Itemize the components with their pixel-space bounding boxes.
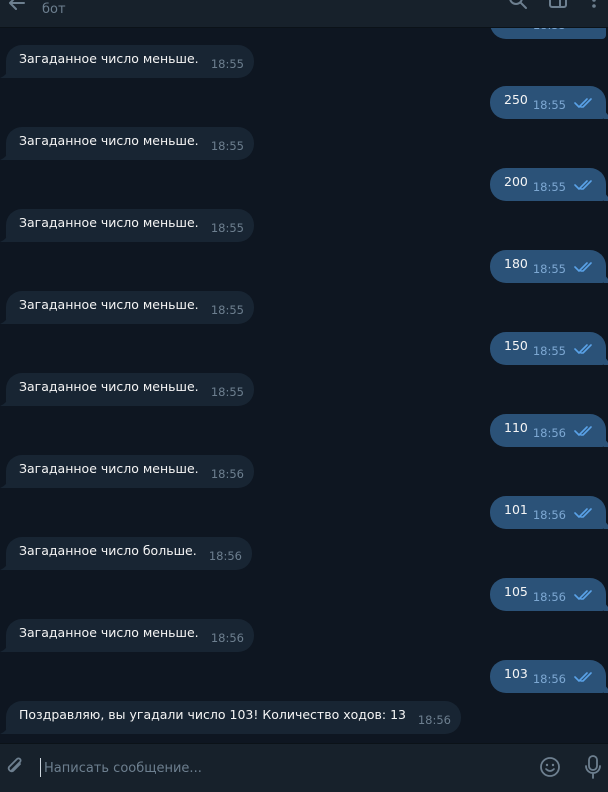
message-text: Загаданное число меньше. (19, 625, 199, 640)
message-outgoing[interactable]: 180 18:55 (490, 250, 608, 283)
read-checkmarks-icon (574, 180, 592, 190)
message-text: Загаданное число меньше. (19, 297, 199, 312)
bubble-tail (0, 314, 10, 324)
bubble-tail (0, 232, 10, 242)
message-text: 101 (504, 502, 528, 517)
message-time: 18:55 (210, 303, 244, 317)
bubble-tail (604, 601, 608, 611)
message-text: 150 (504, 338, 528, 353)
message-time: 18:56 (210, 467, 244, 481)
search-icon[interactable] (508, 0, 528, 10)
message-text: 200 (504, 174, 528, 189)
message-incoming[interactable]: Поздравляю, вы угадали число 103! Количе… (0, 701, 461, 734)
message-outgoing[interactable]: 150 18:55 (490, 332, 608, 365)
message-text: 103 (504, 666, 528, 681)
bubble-tail (0, 68, 10, 78)
message-incoming[interactable]: Загаданное число меньше. 18:55 (0, 209, 254, 242)
message-outgoing[interactable]: 103 18:56 (490, 660, 608, 693)
message-text: 180 (504, 256, 528, 271)
columns-icon[interactable] (548, 0, 568, 10)
chat-subtitle: бот (42, 2, 66, 17)
paperclip-icon[interactable] (4, 756, 26, 778)
bubble-tail (604, 519, 608, 529)
read-checkmarks-icon (574, 28, 594, 29)
read-checkmarks-icon (574, 344, 592, 354)
read-checkmarks-icon (574, 98, 592, 108)
message-incoming[interactable]: Загаданное число больше. 18:56 (0, 537, 252, 570)
message-outgoing[interactable]: 250 18:55 (490, 86, 608, 119)
message-composer (0, 743, 608, 792)
message-outgoing[interactable]: 101 18:56 (490, 496, 608, 529)
bubble-tail (604, 109, 608, 119)
message-outgoing[interactable]: 110 18:56 (490, 414, 608, 447)
message-incoming[interactable]: Загаданное число меньше. 18:55 (0, 127, 254, 160)
message-text: Поздравляю, вы угадали число 103! Количе… (19, 707, 406, 722)
text-caret (40, 758, 41, 777)
message-time: 18:56 (532, 590, 566, 604)
message-text: Загаданное число меньше. (19, 215, 199, 230)
bubble-tail (604, 355, 608, 365)
message-text: 250 (504, 92, 528, 107)
message-incoming[interactable]: Загаданное число меньше. 18:55 (0, 373, 254, 406)
message-time: 18:55 (210, 221, 244, 235)
message-list[interactable]: 18:55 Загаданное число меньше. 18:55 250 18… (0, 28, 608, 743)
read-checkmarks-icon (574, 426, 592, 436)
read-checkmarks-icon (574, 508, 592, 518)
message-time: 18:55 (532, 180, 566, 194)
message-outgoing-partial[interactable]: 18:55 (490, 28, 606, 39)
bubble-tail (604, 437, 608, 447)
microphone-icon[interactable] (583, 755, 603, 779)
message-text: Загаданное число больше. (19, 543, 197, 558)
message-time: 18:56 (208, 549, 242, 563)
bubble-tail (0, 560, 10, 570)
message-text: Загаданное число меньше. (19, 461, 199, 476)
message-time: 18:55 (532, 344, 566, 358)
bubble-tail (0, 642, 10, 652)
message-text: Загаданное число меньше. (19, 51, 199, 66)
message-outgoing[interactable]: 105 18:56 (490, 578, 608, 611)
bubble-tail (0, 724, 10, 734)
bubble-tail (0, 396, 10, 406)
message-time: 18:55 (533, 28, 566, 42)
message-time: 18:55 (210, 57, 244, 71)
more-icon[interactable] (584, 0, 604, 10)
read-checkmarks-icon (574, 590, 592, 600)
message-time: 18:56 (532, 508, 566, 522)
message-text: 105 (504, 584, 528, 599)
message-input[interactable] (44, 758, 514, 778)
message-time: 18:56 (210, 631, 244, 645)
read-checkmarks-icon (574, 262, 592, 272)
message-time: 18:56 (532, 426, 566, 440)
message-incoming[interactable]: Загаданное число меньше. 18:56 (0, 619, 254, 652)
message-time: 18:55 (532, 262, 566, 276)
message-time: 18:55 (532, 98, 566, 112)
message-incoming[interactable]: Загаданное число меньше. 18:55 (0, 291, 254, 324)
bubble-tail (0, 478, 10, 488)
message-text: Загаданное число меньше. (19, 379, 199, 394)
message-time: 18:55 (210, 139, 244, 153)
message-text: 110 (504, 420, 528, 435)
bubble-tail (604, 191, 608, 201)
bubble-tail (604, 683, 608, 693)
message-time: 18:56 (532, 672, 566, 686)
back-arrow-icon[interactable] (6, 0, 28, 14)
message-text: Загаданное число меньше. (19, 133, 199, 148)
bubble-tail (0, 150, 10, 160)
emoji-icon[interactable] (539, 756, 561, 778)
message-incoming[interactable]: Загаданное число меньше. 18:55 (0, 45, 254, 78)
message-time: 18:55 (210, 385, 244, 399)
chat-header: бот (0, 0, 608, 28)
bubble-tail (604, 273, 608, 283)
read-checkmarks-icon (574, 672, 592, 682)
message-outgoing[interactable]: 200 18:55 (490, 168, 608, 201)
message-incoming[interactable]: Загаданное число меньше. 18:56 (0, 455, 254, 488)
message-time: 18:56 (417, 713, 451, 727)
